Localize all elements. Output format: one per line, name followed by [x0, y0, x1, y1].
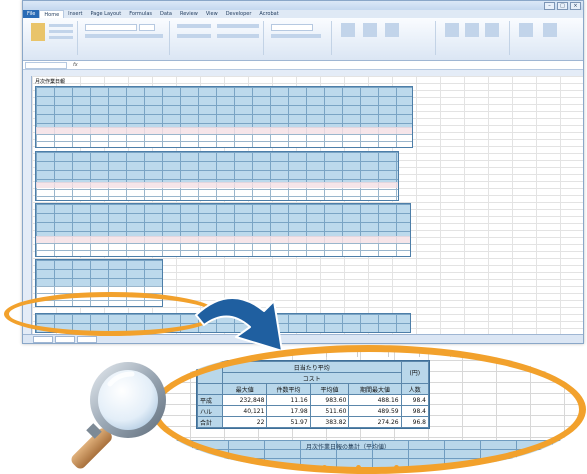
maximize-icon[interactable]: □: [557, 2, 568, 10]
tab-home[interactable]: Home: [39, 10, 65, 18]
tab-view[interactable]: View: [202, 10, 222, 18]
tab-review[interactable]: Review: [176, 10, 202, 18]
sheet-tab[interactable]: [33, 336, 53, 343]
alignment-group[interactable]: [173, 21, 264, 55]
summary-table-1[interactable]: [35, 86, 413, 148]
minimize-icon[interactable]: –: [544, 2, 555, 10]
magnifier-icon: [71, 362, 166, 469]
highlight-ellipse-small: [4, 292, 218, 336]
cells-group[interactable]: [439, 21, 510, 55]
title-bar: – □ ×: [23, 1, 583, 10]
summary-table-2[interactable]: [35, 151, 399, 201]
formula-bar: fx: [23, 61, 583, 70]
highlight-ellipse-large: [151, 345, 586, 474]
tab-insert[interactable]: Insert: [64, 10, 86, 18]
sheet-tab[interactable]: [55, 336, 75, 343]
fx-icon[interactable]: fx: [73, 62, 78, 68]
tab-developer[interactable]: Developer: [222, 10, 256, 18]
paste-icon[interactable]: [31, 23, 45, 41]
sheet-tab[interactable]: [77, 336, 97, 343]
tab-formulas[interactable]: Formulas: [125, 10, 156, 18]
window-controls[interactable]: – □ ×: [544, 2, 581, 10]
font-group[interactable]: [81, 21, 170, 55]
ribbon: [23, 18, 583, 61]
row-headers[interactable]: [23, 76, 32, 334]
summary-table-3[interactable]: [35, 203, 411, 257]
sheet-tabs[interactable]: [33, 336, 97, 343]
tab-acrobat[interactable]: Acrobat: [255, 10, 282, 18]
sheet-title: 月次作業日報: [35, 79, 66, 85]
styles-group[interactable]: [335, 21, 436, 55]
tab-data[interactable]: Data: [156, 10, 176, 18]
clipboard-group[interactable]: [27, 21, 78, 55]
editing-group[interactable]: [513, 21, 579, 55]
close-icon[interactable]: ×: [570, 2, 581, 10]
number-group[interactable]: [267, 21, 332, 55]
name-box[interactable]: [25, 62, 67, 69]
tab-file[interactable]: File: [23, 10, 40, 18]
tab-page-layout[interactable]: Page Layout: [86, 10, 125, 18]
